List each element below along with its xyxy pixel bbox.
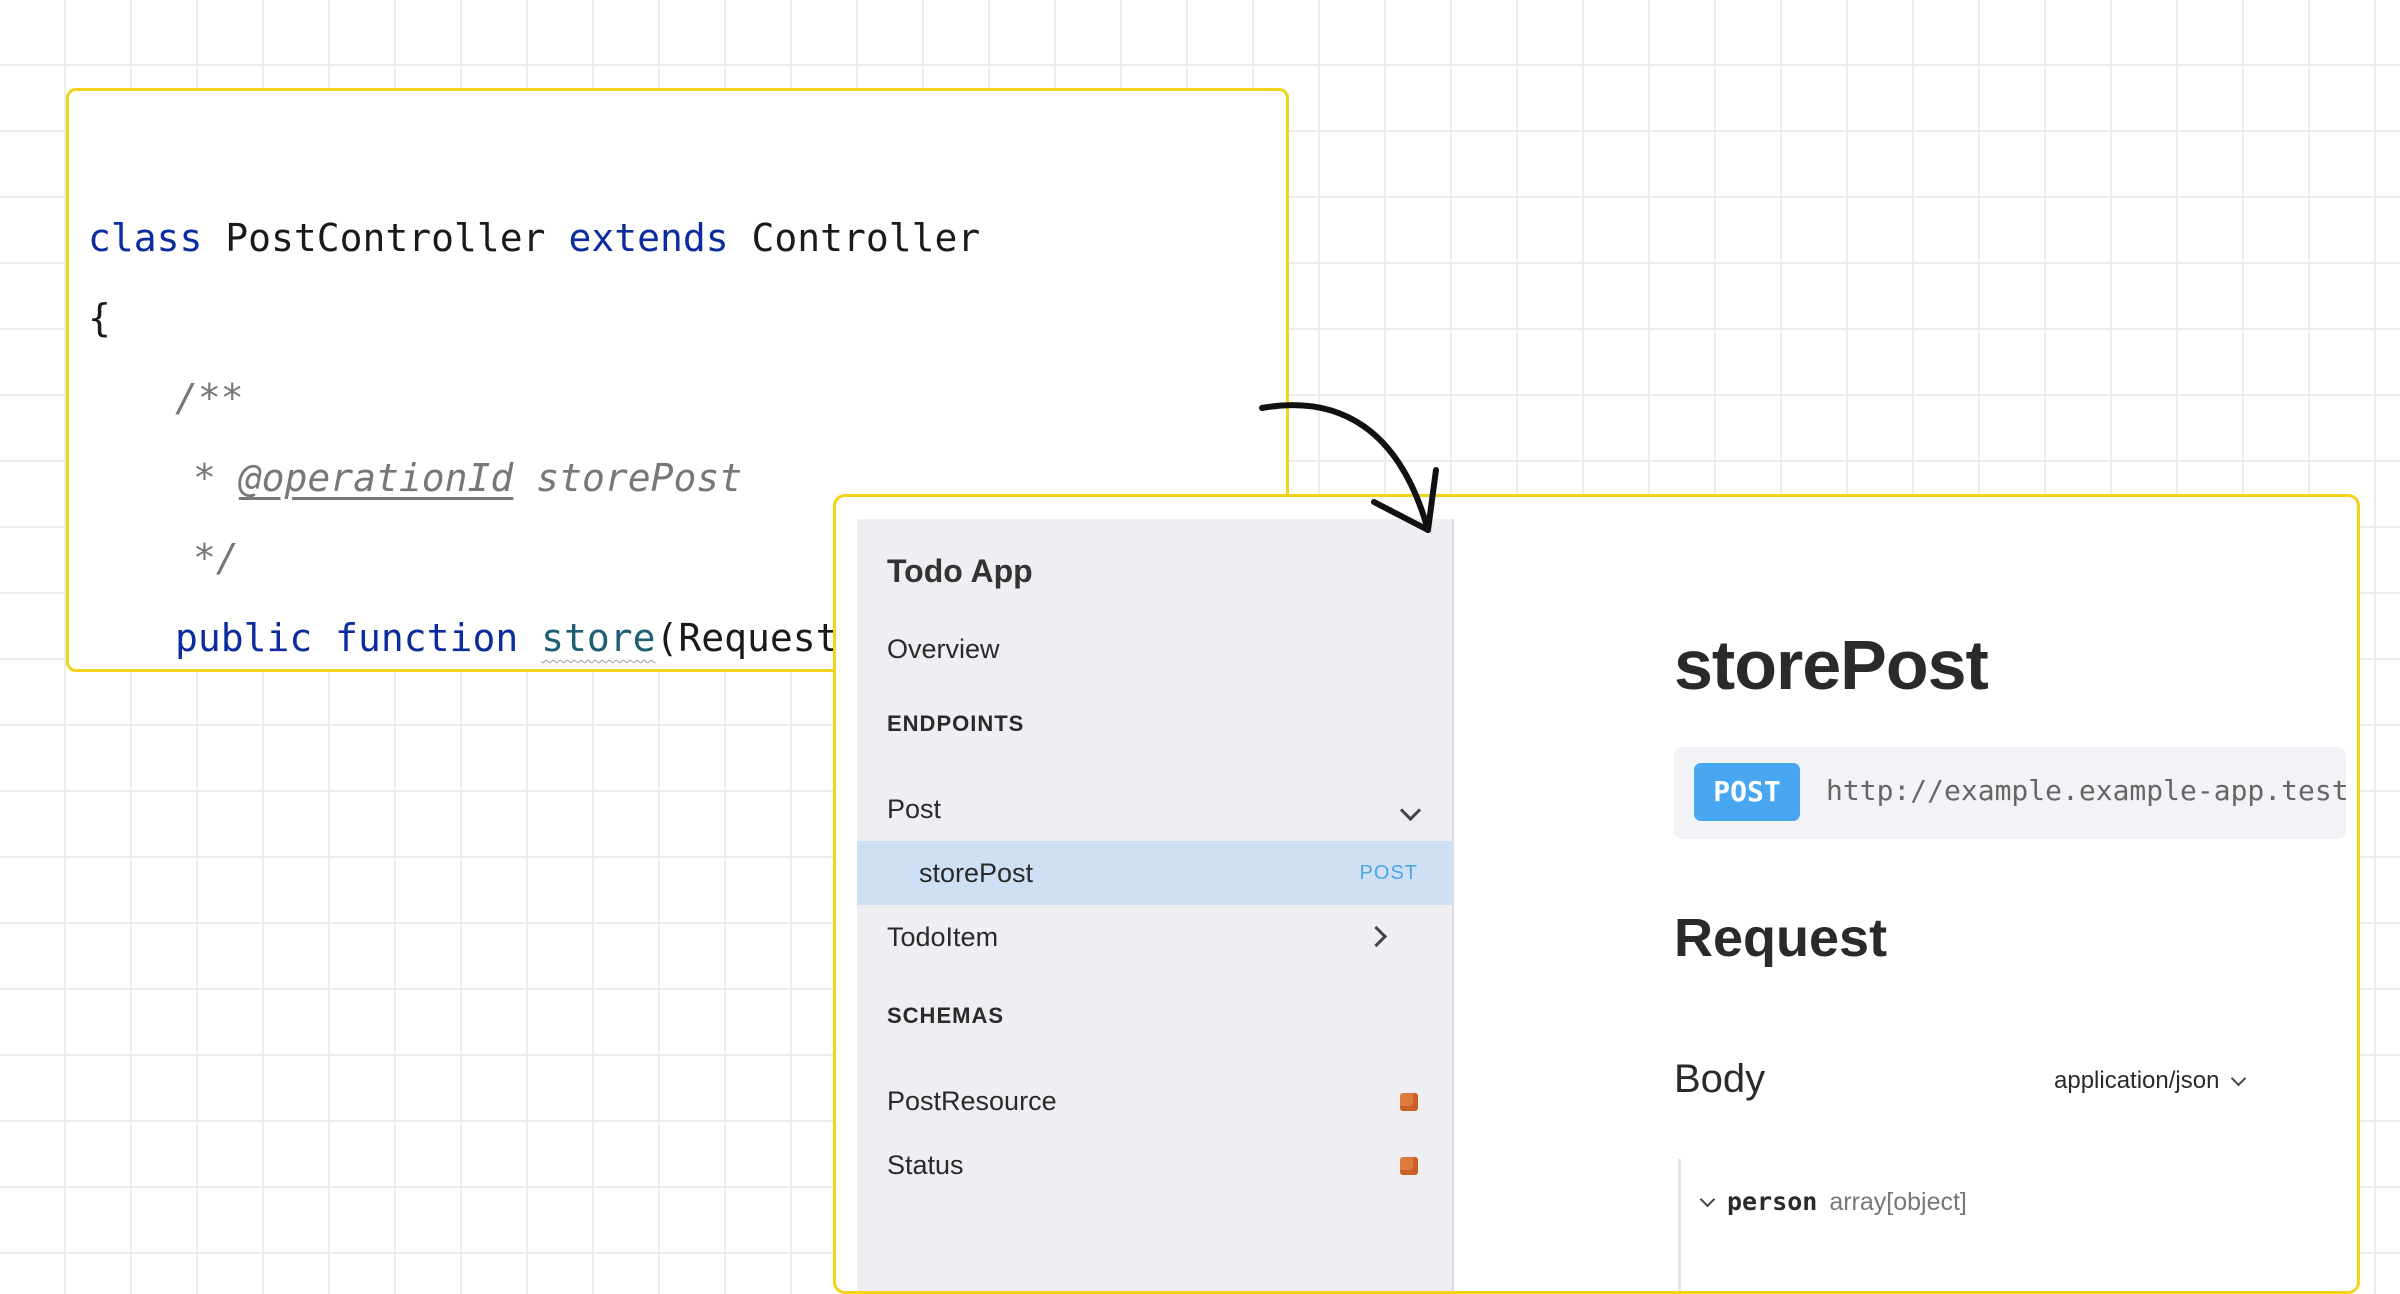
schema-tree-line xyxy=(1678,1159,1681,1291)
sidebar-item-label: Status xyxy=(887,1150,964,1180)
function-params: (Request xyxy=(655,616,839,660)
property-type: array[object] xyxy=(1829,1188,1967,1216)
keyword-public: public xyxy=(175,616,313,660)
code-comment-open: /** xyxy=(175,376,244,420)
sidebar-item-label: Post xyxy=(887,794,942,824)
keyword-function: function xyxy=(335,616,519,660)
endpoint-url-bar[interactable]: POST http://example.example-app.test xyxy=(1674,747,2346,839)
code-line-class: class PostController extends Controller xyxy=(88,215,980,261)
parent-class: Controller xyxy=(728,216,981,260)
body-heading: Body xyxy=(1674,1057,1766,1101)
page-title: storePost xyxy=(1674,626,1989,704)
sidebar-item-status[interactable]: Status xyxy=(887,1133,1452,1197)
sidebar-heading-endpoints: ENDPOINTS xyxy=(887,711,1025,736)
sidebar-item-label: Overview xyxy=(887,634,1000,664)
operation-id-value: storePost xyxy=(513,456,743,500)
comment-star: * xyxy=(193,456,239,500)
sidebar-item-postresource[interactable]: PostResource xyxy=(887,1069,1452,1133)
main-content: storePost POST http://example.example-ap… xyxy=(1452,497,2357,1291)
chevron-down-icon xyxy=(1399,777,1422,841)
sidebar-group-post[interactable]: Post xyxy=(887,777,1452,841)
code-comment-annotation: * @operationId storePost xyxy=(193,455,742,501)
method-tag: POST xyxy=(1359,862,1418,884)
request-heading: Request xyxy=(1674,908,1888,968)
method-badge: POST xyxy=(1694,763,1800,821)
chevron-down-icon xyxy=(1699,1191,1716,1208)
sidebar-item-storepost[interactable]: storePost POST xyxy=(857,841,1452,905)
operation-id-tag: @operationId xyxy=(238,456,514,500)
keyword-class: class xyxy=(88,216,203,260)
content-type-value: application/json xyxy=(2054,1067,2220,1094)
sidebar: Todo App Overview ENDPOINTS Post storePo… xyxy=(857,519,1454,1291)
sidebar-item-label: storePost xyxy=(919,858,1034,888)
content-type-select[interactable]: application/json xyxy=(2054,1067,2247,1095)
property-name: person xyxy=(1727,1187,1818,1216)
chevron-down-icon xyxy=(2231,1070,2247,1087)
class-name: PostController xyxy=(202,216,569,260)
code-line-brace: { xyxy=(88,296,111,340)
code-line-function: public function store(Request xyxy=(175,615,839,661)
sidebar-heading-schemas: SCHEMAS xyxy=(887,1003,1005,1028)
sidebar-item-overview[interactable]: Overview xyxy=(887,617,1452,681)
sidebar-item-label: TodoItem xyxy=(887,922,999,952)
code-comment-close: */ xyxy=(193,536,239,580)
arrow-icon xyxy=(1259,402,1439,533)
api-docs-card: Todo App Overview ENDPOINTS Post storePo… xyxy=(833,494,2360,1294)
function-name: store xyxy=(541,616,656,660)
schema-property-person[interactable]: person array[object] xyxy=(1699,1187,1967,1217)
cube-icon xyxy=(1400,1133,1418,1198)
endpoint-url: http://example.example-app.test xyxy=(1826,774,2346,807)
app-title: Todo App xyxy=(887,553,1033,589)
cube-icon xyxy=(1400,1069,1418,1134)
keyword-extends: extends xyxy=(568,216,729,260)
sidebar-group-todoitem[interactable]: TodoItem xyxy=(887,905,1452,969)
sidebar-item-label: PostResource xyxy=(887,1086,1057,1116)
